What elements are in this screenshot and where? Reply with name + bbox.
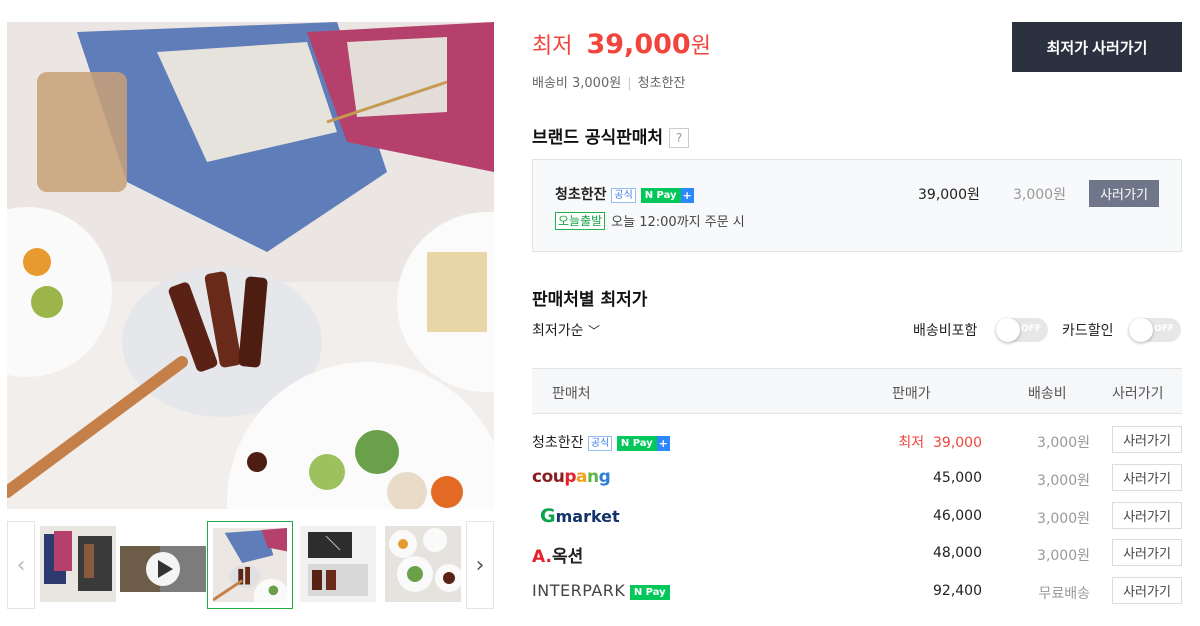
thumbnail-strip: ‹ ›: [7, 521, 494, 609]
shipping-fee-text: 배송비 3,000원: [532, 76, 622, 91]
header-shipping: 배송비: [1028, 386, 1067, 402]
chevron-right-icon: ›: [475, 552, 485, 578]
price-cell: 48,000: [933, 545, 982, 561]
official-seller-price: 39,000원: [918, 187, 980, 203]
official-seller-title-text: 브랜드 공식판매처: [532, 128, 664, 148]
auction-logo: A.옥션: [532, 547, 584, 567]
buy-button[interactable]: 사러가기: [1112, 464, 1182, 491]
shipping-cell: 3,000원: [1037, 548, 1090, 564]
seller-logo-gmarket[interactable]: Gmarket: [532, 505, 620, 527]
gmarket-logo: Gmarket: [540, 505, 620, 527]
table-row: coupang 45,000 3,000원 사러가기: [532, 461, 1182, 497]
npay-plus-sign: +: [656, 435, 670, 451]
seller-name: 청초한잔: [532, 435, 584, 451]
coupang-logo: coupang: [532, 467, 611, 487]
price-value: 39,000: [933, 435, 982, 451]
table-row: INTERPARK N Pay 92,400 무료배송 사러가기: [532, 574, 1182, 610]
official-seller-name-row: 청초한잔 공식 N Pay +: [555, 184, 694, 204]
thumbnail-table-spread[interactable]: [385, 526, 461, 602]
header-buy: 사러가기: [1112, 386, 1164, 402]
lowest-price-amount: 39,000: [586, 29, 691, 60]
toggle-knob: [1129, 318, 1153, 342]
shipping-cell: 무료배송: [1038, 586, 1090, 602]
npay-plus-sign: +: [680, 187, 694, 203]
price-cell: 최저 39,000: [898, 432, 982, 452]
official-seller-buy-button[interactable]: 사러가기: [1089, 180, 1159, 207]
price-cell: 92,400: [933, 583, 982, 599]
interpark-logo: INTERPARK: [532, 581, 626, 600]
card-discount-toggle[interactable]: OFF: [1129, 318, 1181, 342]
toggle-state: OFF: [1154, 324, 1174, 334]
lowest-price-label: 최저: [532, 34, 573, 59]
official-seller-card: 청초한잔 공식 N Pay + 39,000원 3,000원 사러가기 오늘출발 …: [532, 159, 1182, 252]
today-shipping-row: 오늘출발 오늘 12:00까지 주문 시: [555, 211, 745, 230]
divider: |: [627, 76, 632, 91]
thumbnail-gift-box[interactable]: [300, 526, 376, 602]
buy-button[interactable]: 사러가기: [1112, 426, 1182, 453]
thumbnail-main-dish[interactable]: [207, 521, 293, 609]
thumbnail-next-button[interactable]: ›: [466, 521, 494, 609]
header-price: 판매가: [892, 386, 931, 402]
shipping-info: 배송비 3,000원 | 청초한잔: [532, 72, 685, 91]
npay-label: N Pay: [640, 187, 681, 203]
seller-cell: 청초한잔 공식 N Pay +: [532, 432, 670, 452]
help-icon[interactable]: ?: [669, 128, 690, 148]
official-seller-shipping: 3,000원: [1013, 187, 1066, 203]
official-seller-name: 청초한잔: [555, 187, 607, 203]
table-row: Gmarket 46,000 3,000원 사러가기: [532, 499, 1182, 535]
official-seller-title: 브랜드 공식판매처?: [532, 123, 690, 148]
sort-dropdown-label: 최저가순: [532, 323, 584, 339]
shipping-cell: 3,000원: [1037, 511, 1090, 527]
table-row: A.옥션 48,000 3,000원 사러가기: [532, 536, 1182, 572]
official-badge: 공식: [587, 435, 613, 451]
card-discount-label: 카드할인: [1062, 323, 1114, 339]
table-row: 청초한잔 공식 N Pay + 최저 39,000 3,000원 사러가기: [532, 423, 1182, 459]
npay-icon: N Pay: [629, 584, 670, 600]
sellers-table-header: 판매처 판매가 배송비 사러가기: [532, 368, 1182, 414]
sort-dropdown[interactable]: 최저가순 ﹀: [532, 320, 600, 340]
buy-lowest-price-button[interactable]: 최저가 사러가기: [1012, 22, 1182, 72]
thumbnail-prev-button[interactable]: ‹: [7, 521, 35, 609]
toggle-knob: [996, 318, 1020, 342]
lowest-price-unit: 원: [690, 34, 711, 59]
shipping-cell: 3,000원: [1037, 435, 1090, 451]
buy-button[interactable]: 사러가기: [1112, 539, 1182, 566]
chevron-left-icon: ‹: [16, 552, 26, 578]
thumbnail-video[interactable]: [120, 526, 206, 602]
today-shipping-badge: 오늘출발: [555, 211, 606, 230]
seller-logo-interpark[interactable]: INTERPARK N Pay: [532, 581, 670, 600]
seller-logo-coupang[interactable]: coupang: [532, 467, 611, 487]
lowest-price: 최저 39,000 원: [532, 28, 711, 60]
official-badge: 공식: [611, 187, 636, 203]
shipping-cell: 3,000원: [1037, 473, 1090, 489]
buy-button[interactable]: 사러가기: [1112, 502, 1182, 529]
npay-label: N Pay: [629, 584, 670, 600]
price-cell: 45,000: [933, 470, 982, 486]
npay-plus-icon: N Pay +: [616, 435, 670, 451]
npay-plus-icon: N Pay +: [640, 187, 694, 203]
seller-logo-auction[interactable]: A.옥션: [532, 542, 583, 567]
thumbnail-product-set[interactable]: [40, 526, 116, 602]
chevron-down-icon: ﹀: [587, 324, 600, 338]
header-seller: 판매처: [552, 386, 591, 402]
price-prefix: 최저: [898, 435, 925, 451]
npay-label: N Pay: [616, 435, 657, 451]
shipping-seller-text: 청초한잔: [637, 76, 686, 91]
toggle-state: OFF: [1021, 324, 1041, 334]
shipping-included-toggle[interactable]: OFF: [996, 318, 1048, 342]
shipping-included-label: 배송비포함: [913, 323, 978, 339]
buy-button[interactable]: 사러가기: [1112, 577, 1182, 604]
sellers-section-title: 판매처별 최저가: [532, 290, 648, 310]
today-shipping-text: 오늘 12:00까지 주문 시: [611, 215, 745, 230]
product-main-image: [7, 22, 494, 509]
price-cell: 46,000: [933, 508, 982, 524]
